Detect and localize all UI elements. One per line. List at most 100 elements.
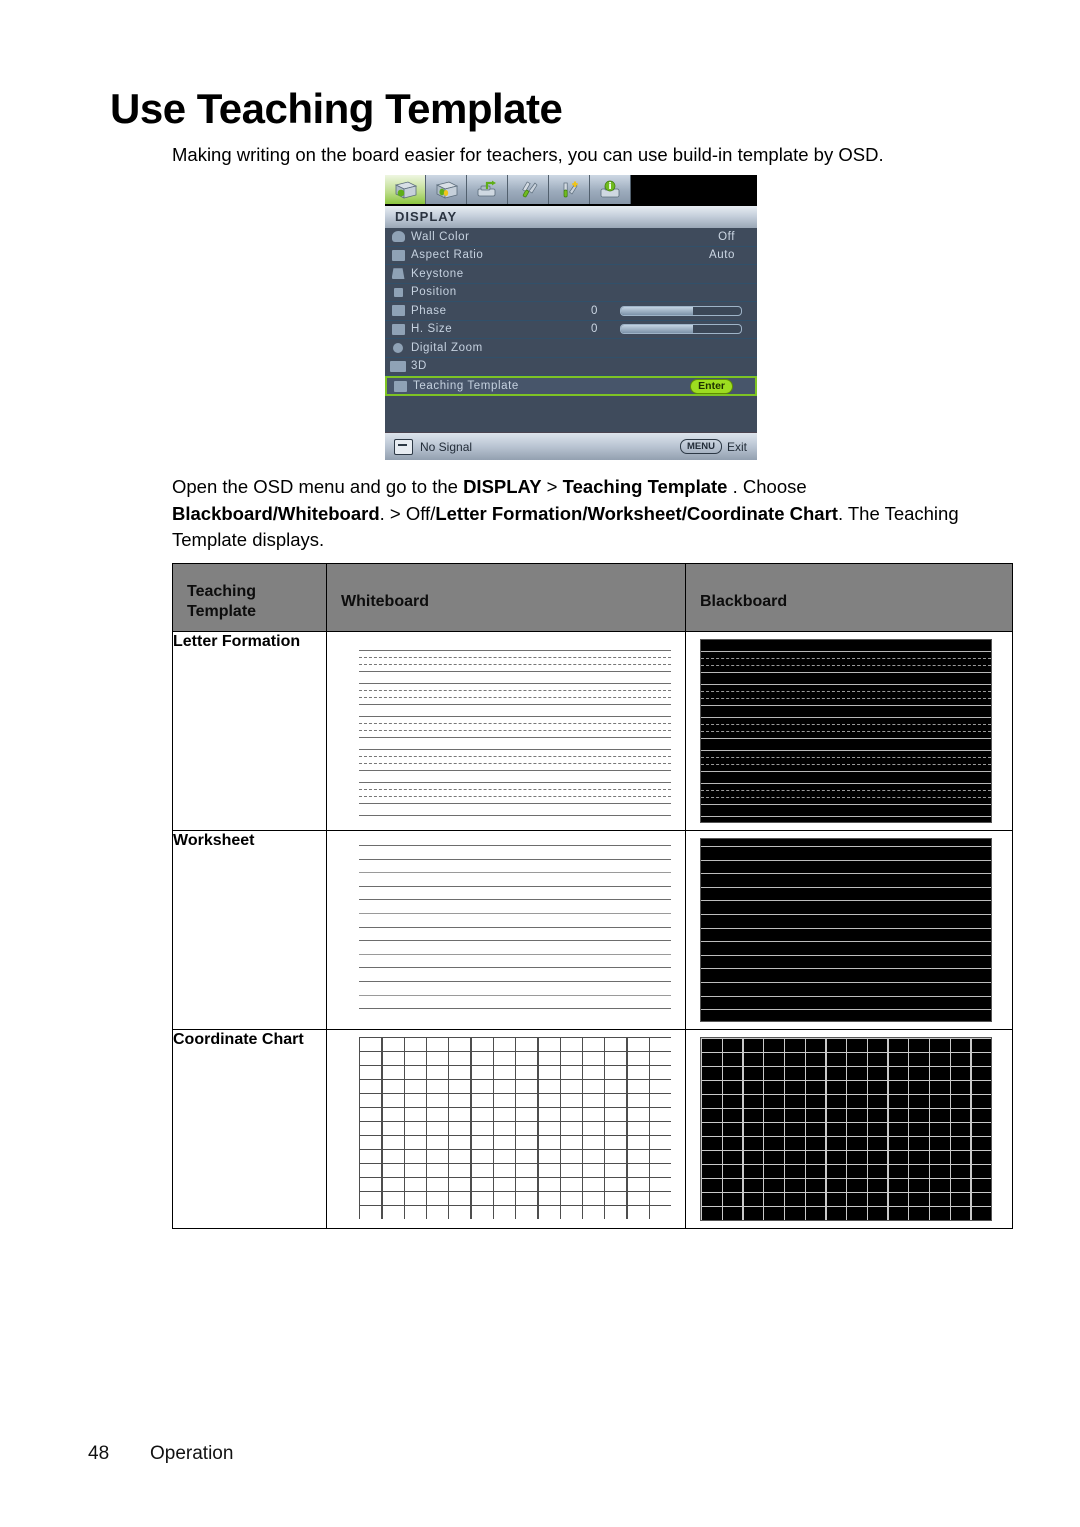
wall-color-icon	[385, 231, 411, 243]
row-label-worksheet: Worksheet	[172, 830, 327, 1030]
grid-line-vertical	[721, 1038, 723, 1220]
grid-line-vertical	[991, 1038, 992, 1220]
header-blackboard: Blackboard	[685, 563, 1013, 632]
cell-coordinate-chart-whiteboard	[326, 1029, 686, 1229]
penmanship-line-group	[701, 684, 991, 706]
letter-formation-light-preview	[359, 639, 671, 821]
penmanship-line-group	[359, 650, 671, 672]
grid-line-vertical	[604, 1037, 606, 1219]
grid-line-vertical	[648, 1037, 650, 1219]
osd-row-teaching-template[interactable]: Teaching Template Enter	[385, 376, 757, 396]
osd-tab-source[interactable]	[467, 175, 508, 204]
osd-tab-system-setup-advanced[interactable]	[549, 175, 590, 204]
enter-badge[interactable]: Enter	[690, 378, 733, 394]
osd-row-label: Wall Color	[411, 230, 470, 243]
info-icon	[600, 180, 620, 197]
instruction-bold-blackboard-whiteboard: Blackboard/Whiteboard	[172, 502, 380, 524]
instruction-bold-teaching-template: Teaching Template	[562, 476, 728, 497]
tools-icon	[522, 180, 538, 197]
penmanship-line-group	[359, 716, 671, 738]
grid-line-vertical	[783, 1038, 786, 1220]
footer-section-label: Operation	[150, 1443, 234, 1464]
grid-line-vertical	[701, 1038, 703, 1220]
grid-line-vertical	[825, 1038, 827, 1220]
tools-plus-icon	[563, 181, 578, 197]
grid-line-vertical	[928, 1038, 931, 1220]
phase-icon	[385, 305, 411, 317]
penmanship-line-group	[701, 783, 991, 805]
grid-line-vertical	[866, 1038, 868, 1220]
osd-status-text: No Signal	[420, 439, 473, 454]
keystone-icon	[385, 268, 411, 280]
instruction-bold-options: Letter Formation/Worksheet/Coordinate Ch…	[435, 502, 838, 524]
teaching-template-icon	[387, 380, 413, 392]
osd-row-label: Aspect Ratio	[411, 249, 484, 262]
penmanship-line-group	[359, 749, 671, 771]
grid-line-vertical	[492, 1037, 494, 1219]
osd-row-value: Auto	[708, 249, 735, 262]
phase-slider[interactable]	[620, 305, 742, 316]
grid-line-vertical	[425, 1037, 428, 1219]
instruction-part-1: Open the OSD menu and go to the	[172, 476, 464, 497]
osd-row-keystone[interactable]: Keystone	[385, 265, 757, 284]
osd-tab-bar	[385, 175, 631, 208]
picture-icon	[435, 181, 459, 199]
osd-row-wall-color[interactable]: Wall Color Off	[385, 228, 757, 247]
grid-line-vertical	[359, 1037, 361, 1219]
grid-line-vertical	[537, 1037, 539, 1219]
grid-line-vertical	[381, 1037, 383, 1219]
instruction-part-3: . Choose	[727, 476, 807, 497]
exit-label: Exit	[726, 439, 747, 454]
cell-letter-formation-whiteboard	[326, 631, 686, 831]
cell-letter-formation-blackboard	[685, 631, 1013, 831]
grid-line-vertical	[470, 1037, 472, 1219]
h-size-icon	[385, 323, 411, 335]
penmanship-line-group	[359, 782, 671, 804]
table-header-row: Teaching Template Whiteboard Blackboard	[172, 563, 1013, 632]
grid-line-vertical	[970, 1038, 972, 1220]
grid-line-vertical	[908, 1038, 910, 1220]
row-label-letter-formation: Letter Formation	[172, 631, 327, 831]
page-footer: 48 Operation	[88, 1443, 233, 1465]
osd-row-aspect-ratio[interactable]: Aspect Ratio Auto	[385, 247, 757, 265]
instruction-bold-display: DISPLAY	[463, 476, 542, 497]
osd-row-blank	[385, 396, 757, 415]
penmanship-line-group	[359, 683, 671, 705]
source-icon	[477, 180, 496, 196]
osd-row-phase[interactable]: Phase 0	[385, 302, 757, 321]
osd-row-h-size[interactable]: H. Size 0	[385, 321, 757, 339]
three-d-icon	[385, 360, 411, 372]
osd-row-value: Off	[718, 230, 735, 243]
coordinate-chart-light-preview	[359, 1037, 671, 1219]
osd-row-digital-zoom[interactable]: Digital Zoom	[385, 339, 757, 358]
row-label-coordinate-chart: Coordinate Chart	[172, 1029, 327, 1229]
input-source-icon	[394, 438, 413, 455]
penmanship-line-group	[701, 651, 991, 673]
osd-tab-display[interactable]	[385, 175, 426, 204]
cell-coordinate-chart-blackboard	[685, 1029, 1013, 1229]
letter-formation-dark-preview	[700, 639, 992, 823]
instruction-paragraph: Open the OSD menu and go to the DISPLAY …	[172, 474, 962, 554]
instruction-part-4: . > Off/	[379, 502, 436, 524]
osd-row-position[interactable]: Position	[385, 284, 757, 302]
osd-tab-system-setup-basic[interactable]	[508, 175, 549, 204]
position-icon	[385, 287, 411, 297]
grid-line-horizontal	[701, 1220, 991, 1221]
grid-line-vertical	[763, 1038, 765, 1220]
osd-row-value: 0	[591, 323, 598, 336]
osd-tab-information[interactable]	[590, 175, 631, 204]
osd-row-3d[interactable]: 3D	[385, 358, 757, 376]
osd-screenshot: DISPLAY Wall Color Off Aspect Ratio Auto…	[385, 175, 757, 460]
worksheet-light-preview	[359, 838, 671, 1020]
grid-line-vertical	[742, 1038, 744, 1220]
table-row-worksheet: Worksheet	[172, 830, 1013, 1030]
grid-line-vertical	[949, 1038, 951, 1220]
grid-line-vertical	[403, 1037, 405, 1219]
h-size-slider[interactable]	[620, 324, 742, 335]
osd-tab-picture[interactable]	[426, 175, 467, 204]
grid-line-vertical	[804, 1038, 806, 1220]
intro-text: Making writing on the board easier for t…	[172, 144, 884, 165]
grid-line-vertical	[448, 1037, 450, 1219]
grid-line-vertical	[515, 1037, 517, 1219]
table-row-coordinate-chart: Coordinate Chart	[172, 1029, 1013, 1229]
